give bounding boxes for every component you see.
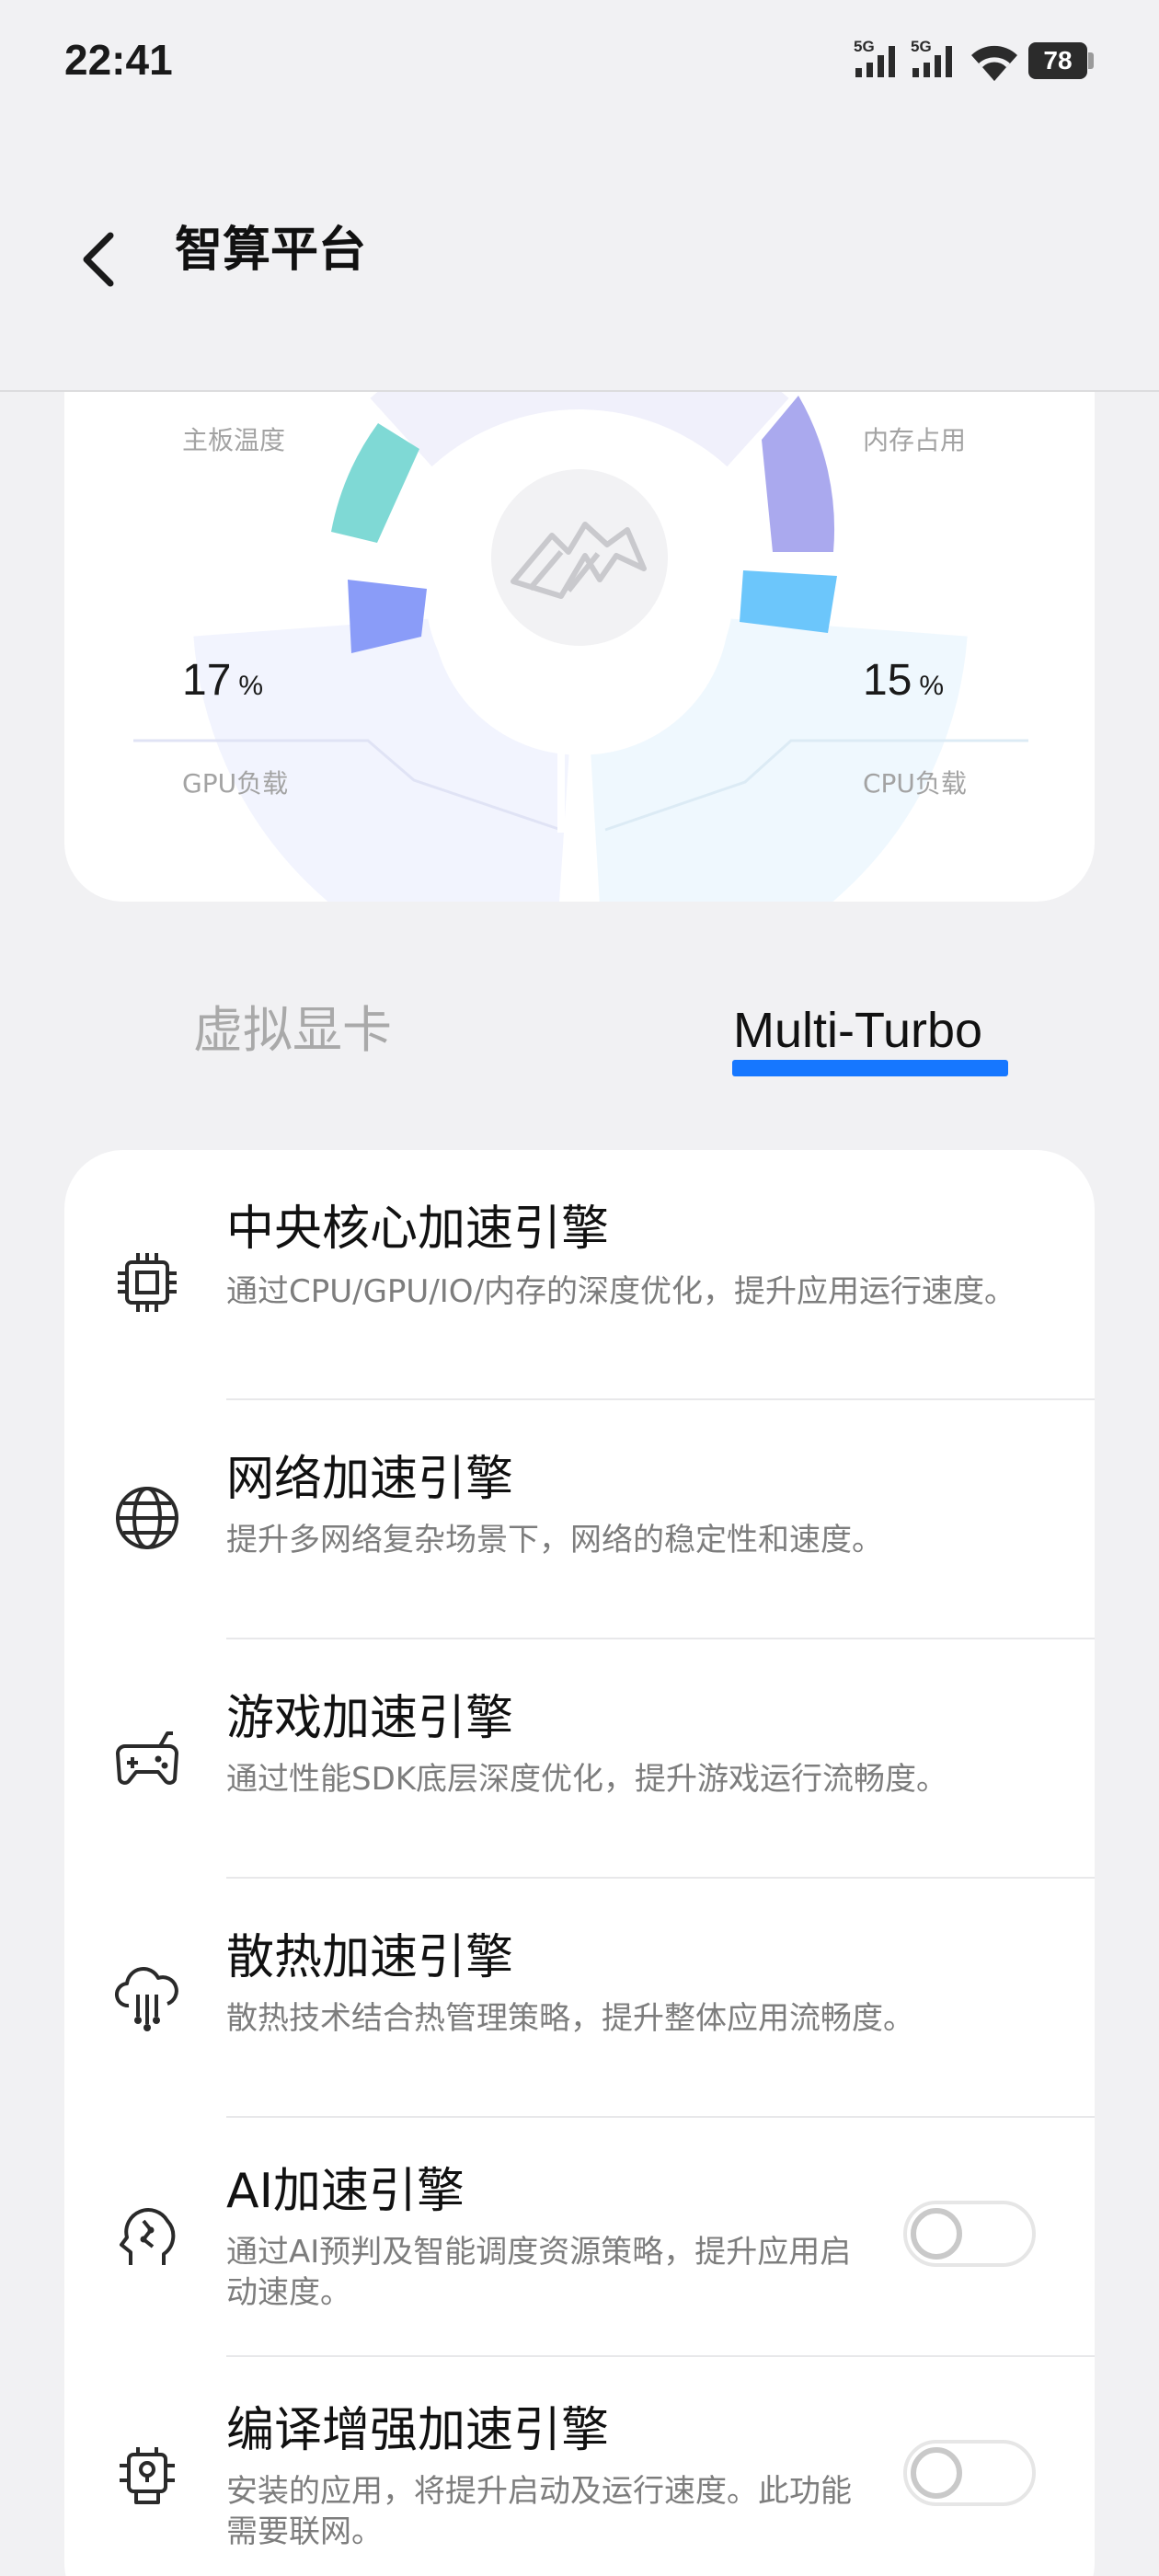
tab-virtual-gpu[interactable]: 虚拟显卡 (193, 998, 392, 1063)
signal-sim1-icon: 5G (854, 38, 895, 77)
item-description: 通过CPU/GPU/IO/内存的深度优化，提升应用运行速度。 (226, 1273, 1016, 1310)
list-item-cooling-engine[interactable]: 散热加速引擎 散热技术结合热管理策略，提升整体应用流畅度。 (64, 1879, 1095, 2116)
back-arrow-icon[interactable] (72, 223, 127, 296)
cpu-load-segment (740, 570, 837, 633)
page-title: 智算平台 (175, 223, 367, 278)
item-description: 散热技术结合热管理策略，提升整体应用流畅度。 (226, 2000, 914, 2037)
status-time: 22:41 (64, 36, 173, 84)
item-description: 通过AI预判及智能调度资源策略，提升应用启动速度。 (226, 2234, 852, 2311)
compile-engine-toggle[interactable] (903, 2440, 1036, 2506)
list-item-network-engine[interactable]: 网络加速引擎 提升多网络复杂场景下，网络的稳定性和速度。 (64, 1400, 1095, 1638)
compile-chip-icon (120, 2447, 175, 2504)
wifi-icon (971, 45, 1017, 81)
globe-icon (116, 1487, 178, 1549)
list-item-compile-engine: 编译增强加速引擎 安装的应用，将提升启动及运行速度。此功能需要联网。 (64, 2357, 1095, 2576)
app-header: 智算平台 (0, 120, 1159, 392)
list-item-cpu-engine[interactable]: 中央核心加速引擎 通过CPU/GPU/IO/内存的深度优化，提升应用运行速度。 (64, 1150, 1095, 1398)
ai-head-icon (120, 2208, 176, 2265)
gamepad-icon (116, 1731, 178, 1785)
item-title: AI加速引擎 (226, 2164, 465, 2219)
sim1-label: 5G (854, 38, 875, 55)
item-title: 散热加速引擎 (226, 1930, 514, 1985)
board-temp-segment (331, 423, 419, 543)
item-description: 安装的应用，将提升启动及运行速度。此功能需要联网。 (226, 2473, 852, 2550)
memory-segment (762, 396, 835, 552)
list-item-game-engine[interactable]: 游戏加速引擎 通过性能SDK底层深度优化，提升游戏运行流畅度。 (64, 1639, 1095, 1877)
item-title: 中央核心加速引擎 (226, 1202, 610, 1257)
engine-list: 中央核心加速引擎 通过CPU/GPU/IO/内存的深度优化，提升应用运行速度。 … (64, 1150, 1095, 2576)
item-title: 游戏加速引擎 (226, 1691, 514, 1746)
item-title: 编译增强加速引擎 (226, 2403, 610, 2458)
tab-multi-turbo[interactable]: Multi-Turbo (733, 998, 982, 1063)
gpu-load-label: GPU负载 (182, 768, 289, 799)
item-title: 网络加速引擎 (226, 1452, 514, 1507)
cpu-chip-icon (118, 1253, 177, 1312)
tab-selected-indicator (732, 1060, 1008, 1076)
gpu-load-value: 17% (182, 656, 264, 705)
item-description: 提升多网络复杂场景下，网络的稳定性和速度。 (226, 1522, 883, 1558)
cloud-cooling-icon (115, 1967, 178, 2031)
signal-sim2-icon: 5G (911, 38, 952, 77)
battery-icon: 78 (1028, 42, 1095, 79)
status-bar: 22:41 5G 5G 78 (0, 0, 1159, 120)
cpu-load-label: CPU负载 (863, 768, 967, 799)
board-temp-label: 主板温度 (182, 425, 286, 455)
cpu-load-value: 15% (863, 656, 945, 705)
list-item-ai-engine: AI加速引擎 通过AI预判及智能调度资源策略，提升应用启动速度。 (64, 2118, 1095, 2355)
item-description: 通过性能SDK底层深度优化，提升游戏运行流畅度。 (226, 1761, 948, 1798)
sim2-label: 5G (911, 38, 932, 55)
ai-engine-toggle[interactable] (903, 2201, 1036, 2267)
battery-level: 78 (1028, 42, 1087, 79)
memory-label: 内存占用 (863, 425, 967, 455)
